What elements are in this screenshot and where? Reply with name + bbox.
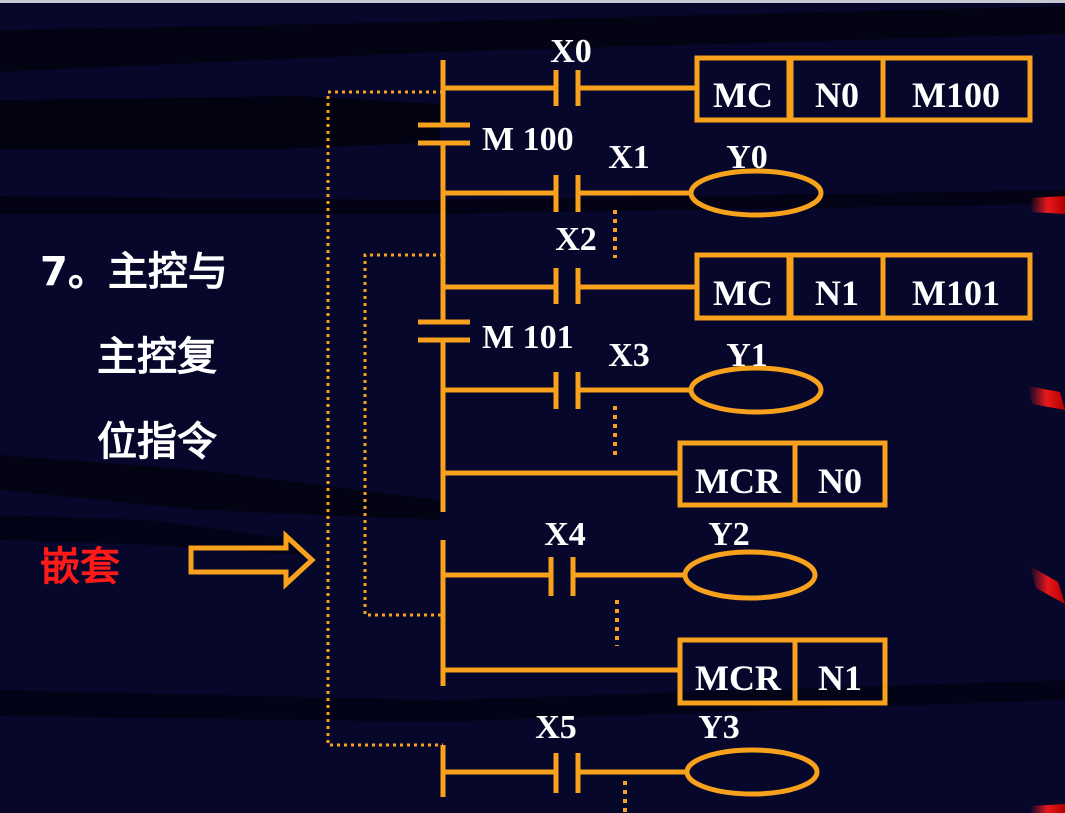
instruction-nest-level: N1 bbox=[818, 658, 862, 698]
contact-label: X0 bbox=[550, 33, 592, 70]
red-edge-streak bbox=[1030, 196, 1065, 214]
coil-label: Y1 bbox=[726, 337, 768, 374]
title-line-1: 7。主控与 bbox=[40, 249, 228, 295]
ladder-diagram-canvas: 7。主控与 主控复 位指令 嵌套 M 100 M 101 X0 MC N0 M1… bbox=[0, 0, 1065, 813]
master-contact-label: M 100 bbox=[482, 121, 574, 158]
master-contact-label: M 101 bbox=[482, 319, 574, 356]
instruction-op: MCR bbox=[695, 658, 782, 698]
instruction-nest-level: N0 bbox=[818, 461, 862, 501]
slide: 7。主控与 主控复 位指令 嵌套 M 100 M 101 X0 MC N0 M1… bbox=[0, 0, 1065, 813]
coil-label: Y3 bbox=[698, 709, 740, 746]
background-streak bbox=[0, 96, 440, 150]
instruction-device: M101 bbox=[912, 273, 1000, 313]
contact-label: X1 bbox=[608, 139, 650, 176]
contact-label: X5 bbox=[535, 709, 577, 746]
instruction-op: MC bbox=[713, 273, 773, 313]
contact-label: X3 bbox=[608, 337, 650, 374]
instruction-op: MCR bbox=[695, 461, 782, 501]
nesting-label: 嵌套 bbox=[40, 544, 120, 590]
instruction-op: MC bbox=[713, 75, 773, 115]
instruction-nest-level: N0 bbox=[815, 75, 859, 115]
title-line-3: 位指令 bbox=[97, 419, 218, 465]
contact-label: X2 bbox=[555, 221, 597, 258]
instruction-device: M100 bbox=[912, 75, 1000, 115]
top-border-line bbox=[0, 0, 1065, 3]
instruction-nest-level: N1 bbox=[815, 273, 859, 313]
contact-label: X4 bbox=[544, 516, 586, 553]
title-line-2: 主控复 bbox=[97, 334, 217, 380]
coil-label: Y2 bbox=[708, 516, 750, 553]
coil-label: Y0 bbox=[726, 139, 768, 176]
